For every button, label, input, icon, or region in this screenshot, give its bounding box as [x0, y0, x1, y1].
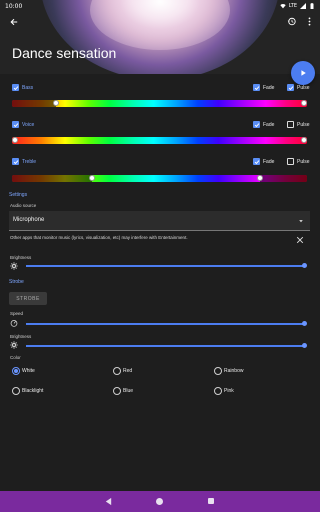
- range-excluded-low: [12, 100, 56, 107]
- color-option-label: Rainbow: [224, 368, 244, 374]
- frequency-range-slider[interactable]: [12, 100, 307, 107]
- settings-brightness-slider[interactable]: [26, 263, 307, 269]
- pulse-label: Pulse: [297, 122, 310, 128]
- range-thumb-low[interactable]: [12, 137, 18, 143]
- slider-knob[interactable]: [301, 263, 307, 268]
- signal-icon: [300, 3, 306, 9]
- more-options-button[interactable]: [303, 14, 315, 28]
- check-icon: [288, 85, 293, 90]
- range-thumb-low[interactable]: [89, 175, 95, 181]
- color-label: Color: [10, 355, 21, 360]
- fade-label: Fade: [263, 122, 275, 128]
- slider-track: [26, 323, 304, 325]
- status-bar: 10:00 LTE: [0, 0, 320, 14]
- strobe-brightness-slider[interactable]: [26, 343, 307, 349]
- nav-back-icon[interactable]: [104, 497, 113, 506]
- pulse-checkbox[interactable]: [287, 158, 294, 165]
- band-row-1: Voice Fade Pulse: [0, 121, 320, 133]
- check-icon: [13, 122, 18, 127]
- color-option-label: Blacklight: [22, 388, 44, 394]
- status-time: 10:00: [5, 3, 23, 10]
- speed-label: Speed: [10, 311, 24, 316]
- band-enabled-checkbox[interactable]: [12, 84, 19, 91]
- range-thumb-high[interactable]: [301, 100, 307, 106]
- history-icon: [287, 17, 296, 25]
- nav-recents-icon[interactable]: [208, 498, 214, 504]
- pulse-checkbox[interactable]: [287, 84, 294, 91]
- range-excluded-high: [260, 175, 307, 182]
- interference-info-text: Other apps that monitor music (lyrics, v…: [10, 235, 188, 240]
- range-excluded-low: [12, 175, 92, 182]
- pulse-label: Pulse: [297, 159, 310, 165]
- color-option-label: Blue: [123, 388, 134, 394]
- play-button[interactable]: [291, 61, 315, 85]
- pulse-label: Pulse: [297, 85, 310, 91]
- range-thumb-high[interactable]: [301, 137, 307, 143]
- audio-source-value: Microphone: [13, 217, 45, 223]
- frequency-range-slider[interactable]: [12, 137, 307, 144]
- speed-icon: [10, 320, 18, 327]
- close-icon[interactable]: [296, 236, 304, 244]
- battery-icon: [310, 3, 314, 9]
- color-option-label: Red: [123, 368, 133, 374]
- brightness-icon: [10, 341, 18, 349]
- slider-track: [26, 345, 304, 347]
- band-enabled-checkbox[interactable]: [12, 121, 19, 128]
- slider-knob[interactable]: [301, 343, 307, 348]
- app-root: 10:00 LTE Dance sensation Bass Fade Pulse V…: [0, 0, 320, 512]
- status-icons: LTE: [279, 3, 315, 9]
- check-icon: [254, 122, 259, 127]
- strobe-heading: Strobe: [9, 279, 24, 285]
- range-thumb-high[interactable]: [257, 175, 263, 181]
- network-label: LTE: [288, 3, 297, 9]
- settings-heading: Settings: [9, 192, 28, 198]
- check-icon: [13, 159, 18, 164]
- system-nav-bar: [0, 491, 320, 512]
- play-icon: [301, 70, 306, 76]
- fade-checkbox[interactable]: [253, 121, 260, 128]
- color-radio-blacklight[interactable]: [12, 387, 20, 395]
- fade-checkbox[interactable]: [253, 84, 260, 91]
- history-button[interactable]: [284, 14, 298, 28]
- strobe-button[interactable]: STROBE: [9, 292, 47, 305]
- band-row-0: Bass Fade Pulse: [0, 84, 320, 96]
- back-button[interactable]: [6, 14, 22, 30]
- band-label: Bass: [22, 85, 34, 91]
- fade-checkbox[interactable]: [253, 158, 260, 165]
- band-label: Voice: [22, 122, 35, 128]
- slider-track: [26, 265, 304, 267]
- color-radio-rainbow[interactable]: [214, 367, 222, 375]
- color-option-label: Pink: [224, 388, 234, 394]
- band-enabled-checkbox[interactable]: [12, 158, 19, 165]
- fade-label: Fade: [263, 85, 275, 91]
- slider-knob[interactable]: [301, 321, 307, 326]
- wifi-icon: [279, 4, 286, 9]
- frequency-range-slider[interactable]: [12, 175, 307, 182]
- color-radio-blue[interactable]: [113, 387, 121, 395]
- strobe-speed-slider[interactable]: [26, 321, 307, 327]
- arrow-back-icon: [10, 18, 18, 26]
- nav-home-icon[interactable]: [156, 498, 163, 505]
- audio-source-dropdown[interactable]: Microphone: [9, 211, 310, 231]
- check-icon: [254, 85, 259, 90]
- dropdown-arrow-icon: [299, 220, 303, 223]
- range-thumb-low[interactable]: [53, 100, 59, 106]
- pulse-checkbox[interactable]: [287, 121, 294, 128]
- brightness-icon: [10, 262, 18, 270]
- check-icon: [13, 85, 18, 90]
- header-hero: 10:00 LTE Dance sensation: [0, 0, 320, 74]
- more-vert-icon: [308, 16, 310, 26]
- check-icon: [254, 159, 259, 164]
- color-option-label: White: [22, 368, 35, 374]
- fade-label: Fade: [263, 159, 275, 165]
- brightness-label: Brightness: [10, 255, 32, 260]
- audio-source-label: Audio source: [10, 203, 37, 208]
- band-label: Treble: [22, 159, 36, 165]
- band-row-2: Treble Fade Pulse: [0, 158, 320, 170]
- color-radio-pink[interactable]: [214, 387, 222, 395]
- page-title: Dance sensation: [12, 45, 117, 61]
- color-radio-white[interactable]: [12, 367, 20, 375]
- strobe-brightness-label: Brightness: [10, 334, 32, 339]
- color-radio-red[interactable]: [113, 367, 121, 375]
